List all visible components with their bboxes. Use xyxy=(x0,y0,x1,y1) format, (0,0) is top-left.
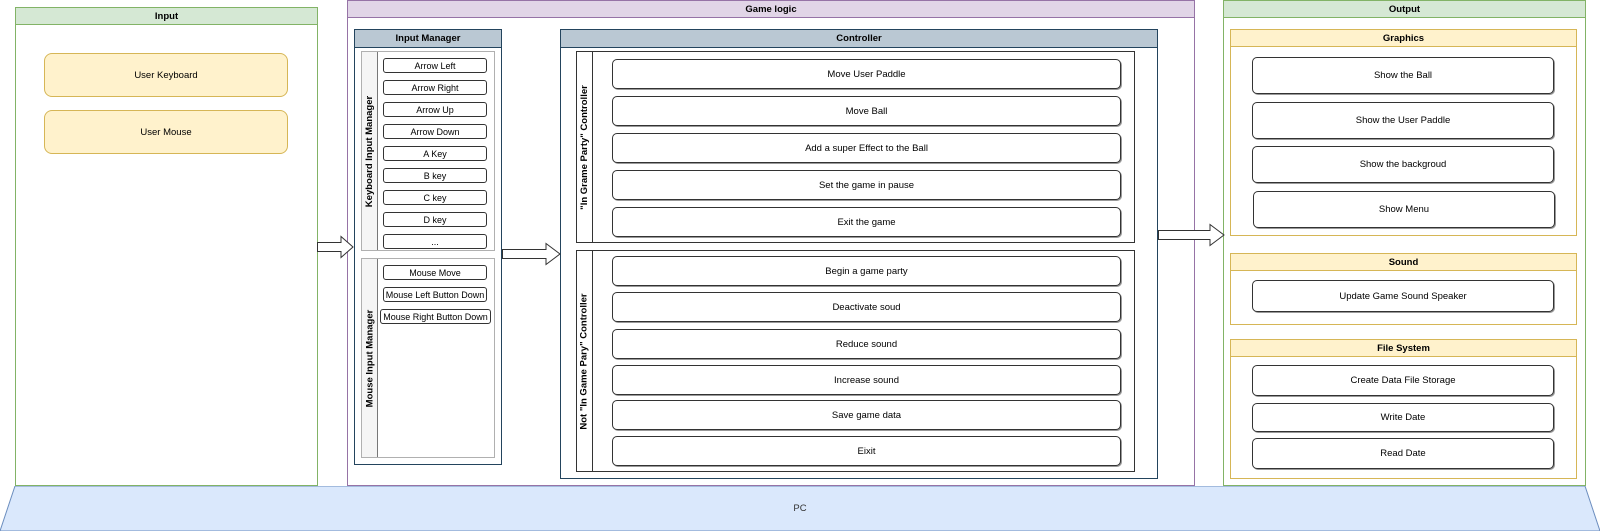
in-game-action-2[interactable]: Add a super Effect to the Ball xyxy=(612,133,1121,163)
keyboard-key[interactable]: D key xyxy=(383,212,487,227)
user-mouse[interactable]: User Mouse xyxy=(44,110,288,154)
graphics-item-2[interactable]: Show the backgroud xyxy=(1252,146,1554,183)
sound-item-0[interactable]: Update Game Sound Speaker xyxy=(1252,280,1554,312)
user-keyboard[interactable]: User Keyboard xyxy=(44,53,288,97)
mouse-event-right-button-down[interactable]: Mouse Right Button Down xyxy=(380,309,491,324)
input-to-manager-arrow xyxy=(317,235,354,259)
file-system-item-2[interactable]: Read Date xyxy=(1252,438,1554,469)
mouse-event-left-button-down[interactable]: Mouse Left Button Down xyxy=(383,287,487,302)
keyboard-input-manager-title: Keyboard Input Manager xyxy=(364,95,375,207)
controller-title: Controller xyxy=(561,30,1157,48)
graphics-item-0[interactable]: Show the Ball xyxy=(1252,57,1554,94)
keyboard-key[interactable]: Arrow Up xyxy=(383,102,487,117)
pc-label: PC xyxy=(793,503,807,514)
in-game-action-4[interactable]: Exit the game xyxy=(612,207,1121,237)
sound-title: Sound xyxy=(1231,254,1576,271)
input-lane-title: Input xyxy=(16,8,317,25)
not-in-game-action-5[interactable]: Eixit xyxy=(612,436,1121,466)
graphics-item-1[interactable]: Show the User Paddle xyxy=(1252,102,1554,139)
keyboard-key[interactable]: C key xyxy=(383,190,487,205)
not-in-game-controller-title: Not "In Game Pary" Controller xyxy=(579,292,591,430)
output-lane-title: Output xyxy=(1224,1,1585,18)
keyboard-key[interactable]: Arrow Left xyxy=(383,58,487,73)
not-in-game-action-0[interactable]: Begin a game party xyxy=(612,256,1121,286)
file-system-item-0[interactable]: Create Data File Storage xyxy=(1252,365,1554,396)
not-in-game-action-3[interactable]: Increase sound xyxy=(612,365,1121,395)
keyboard-key[interactable]: Arrow Down xyxy=(383,124,487,139)
not-in-game-action-4[interactable]: Save game data xyxy=(612,400,1121,430)
in-game-action-0[interactable]: Move User Paddle xyxy=(612,59,1121,89)
in-game-action-1[interactable]: Move Ball xyxy=(612,96,1121,126)
manager-to-controller-arrow xyxy=(502,242,561,266)
mouse-input-manager-title: Mouse Input Manager xyxy=(364,309,375,407)
graphics-title: Graphics xyxy=(1231,30,1576,47)
not-in-game-action-2[interactable]: Reduce sound xyxy=(612,329,1121,359)
input-manager-title: Input Manager xyxy=(355,30,501,48)
graphics-item-3[interactable]: Show Menu xyxy=(1253,191,1555,228)
keyboard-key[interactable]: Arrow Right xyxy=(383,80,487,95)
mouse-event-move[interactable]: Mouse Move xyxy=(383,265,487,280)
in-game-action-3[interactable]: Set the game in pause xyxy=(612,170,1121,200)
input-lane: Input User Keyboard User Mouse xyxy=(15,7,318,486)
game-logic-title: Game logic xyxy=(348,1,1194,18)
keyboard-key[interactable]: B key xyxy=(383,168,487,183)
keyboard-key[interactable]: ... xyxy=(383,234,487,249)
controller-to-output-arrow xyxy=(1158,223,1225,247)
in-game-controller-title: "In Grame Party" Controller xyxy=(579,84,590,210)
file-system-title: File System xyxy=(1231,340,1576,357)
file-system-item-1[interactable]: Write Date xyxy=(1252,403,1554,432)
not-in-game-action-1[interactable]: Deactivate soud xyxy=(612,292,1121,322)
keyboard-key[interactable]: A Key xyxy=(383,146,487,161)
